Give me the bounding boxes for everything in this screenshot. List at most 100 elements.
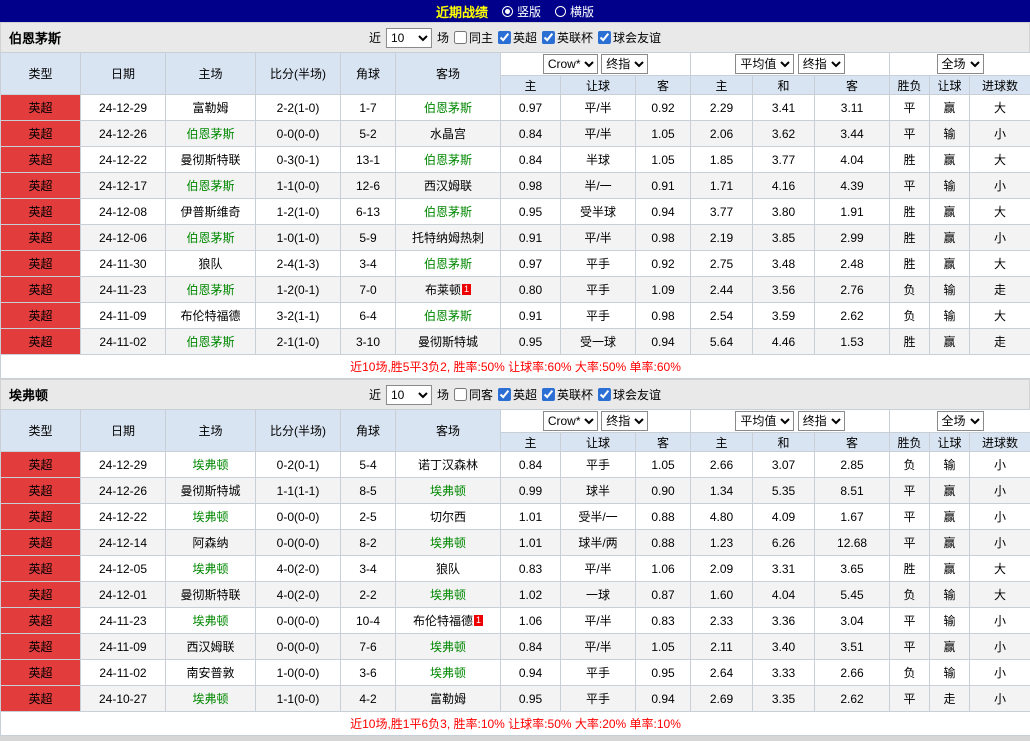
away-team-link[interactable]: 水晶宫 xyxy=(396,121,501,147)
away-team-link[interactable]: 伯恩茅斯 xyxy=(396,303,501,329)
odds-stage-select[interactable]: 终指 xyxy=(601,411,648,431)
league-filter-epl[interactable]: 英超 xyxy=(498,386,537,403)
away-team-link[interactable]: 埃弗顿 xyxy=(396,478,501,504)
handicap-result-cell: 输 xyxy=(930,121,970,147)
date-cell: 24-12-08 xyxy=(81,199,166,225)
score-link[interactable]: 0-0(0-0) xyxy=(256,504,341,530)
home-team-link[interactable]: 伯恩茅斯 xyxy=(166,121,256,147)
home-team-link[interactable]: 曼彻斯特联 xyxy=(166,147,256,173)
away-team-link[interactable]: 布莱顿1 xyxy=(396,277,501,303)
score-link[interactable]: 0-2(0-1) xyxy=(256,452,341,478)
average-stage-select[interactable]: 终指 xyxy=(798,54,845,74)
home-team-link[interactable]: 伯恩茅斯 xyxy=(166,225,256,251)
horizontal-radio[interactable] xyxy=(555,6,566,17)
score-link[interactable]: 1-0(1-0) xyxy=(256,225,341,251)
away-team-link[interactable]: 切尔西 xyxy=(396,504,501,530)
epl-checkbox[interactable] xyxy=(498,388,511,401)
epl-checkbox[interactable] xyxy=(498,31,511,44)
vertical-radio[interactable] xyxy=(502,6,513,17)
layout-option-horizontal[interactable]: 横版 xyxy=(555,3,594,20)
score-link[interactable]: 1-1(0-0) xyxy=(256,173,341,199)
away-team-link[interactable]: 伯恩茅斯 xyxy=(396,199,501,225)
score-link[interactable]: 1-1(1-1) xyxy=(256,478,341,504)
score-link[interactable]: 0-0(0-0) xyxy=(256,634,341,660)
home-team-link[interactable]: 埃弗顿 xyxy=(166,452,256,478)
away-team-link[interactable]: 托特纳姆热刺 xyxy=(396,225,501,251)
odds-provider-select[interactable]: Crow* xyxy=(543,54,598,74)
home-team-link[interactable]: 西汉姆联 xyxy=(166,634,256,660)
league-filter-friendly[interactable]: 球会友谊 xyxy=(598,386,661,403)
home-team-link[interactable]: 曼彻斯特联 xyxy=(166,582,256,608)
handicap-result-cell: 输 xyxy=(930,277,970,303)
score-link[interactable]: 2-4(1-3) xyxy=(256,251,341,277)
away-team-link[interactable]: 埃弗顿 xyxy=(396,634,501,660)
score-link[interactable]: 4-0(2-0) xyxy=(256,582,341,608)
score-link[interactable]: 1-0(0-0) xyxy=(256,660,341,686)
league-filter-epl[interactable]: 英超 xyxy=(498,29,537,46)
away-team-link[interactable]: 埃弗顿 xyxy=(396,530,501,556)
home-team-link[interactable]: 南安普敦 xyxy=(166,660,256,686)
score-link[interactable]: 0-0(0-0) xyxy=(256,530,341,556)
away-team-link[interactable]: 狼队 xyxy=(396,556,501,582)
home-team-link[interactable]: 狼队 xyxy=(166,251,256,277)
league-filter-friendly[interactable]: 球会友谊 xyxy=(598,29,661,46)
away-team-link[interactable]: 西汉姆联 xyxy=(396,173,501,199)
same-venue-filter[interactable]: 同主 xyxy=(454,29,493,46)
away-team-link[interactable]: 埃弗顿 xyxy=(396,582,501,608)
home-team-link[interactable]: 埃弗顿 xyxy=(166,504,256,530)
sub-header-avg-draw: 和 xyxy=(753,76,815,95)
same-venue-filter[interactable]: 同客 xyxy=(454,386,493,403)
away-team-link[interactable]: 诺丁汉森林 xyxy=(396,452,501,478)
league-cup-checkbox[interactable] xyxy=(542,31,555,44)
score-link[interactable]: 3-2(1-1) xyxy=(256,303,341,329)
match-count-select[interactable]: 10 xyxy=(386,28,432,48)
full-match-select[interactable]: 全场 xyxy=(937,54,984,74)
away-team-link[interactable]: 伯恩茅斯 xyxy=(396,251,501,277)
home-team-link[interactable]: 伯恩茅斯 xyxy=(166,277,256,303)
score-link[interactable]: 1-2(0-1) xyxy=(256,277,341,303)
average-select[interactable]: 平均值 xyxy=(735,54,794,74)
score-link[interactable]: 1-1(0-0) xyxy=(256,686,341,712)
home-team-link[interactable]: 富勒姆 xyxy=(166,95,256,121)
score-link[interactable]: 0-3(0-1) xyxy=(256,147,341,173)
score-link[interactable]: 2-1(1-0) xyxy=(256,329,341,355)
away-team-link[interactable]: 埃弗顿 xyxy=(396,660,501,686)
average-stage-select[interactable]: 终指 xyxy=(798,411,845,431)
home-team-link[interactable]: 埃弗顿 xyxy=(166,686,256,712)
layout-option-vertical[interactable]: 竖版 xyxy=(502,3,541,20)
league-filter-league-cup[interactable]: 英联杯 xyxy=(542,386,593,403)
matches-table: 类型 日期 主场 比分(半场) 角球 客场 Crow* 终指 平均值 终指 全场 xyxy=(0,52,1030,379)
odds-stage-select[interactable]: 终指 xyxy=(601,54,648,74)
home-team-link[interactable]: 伯恩茅斯 xyxy=(166,329,256,355)
league-cell: 英超 xyxy=(1,147,81,173)
score-link[interactable]: 1-2(1-0) xyxy=(256,199,341,225)
home-team-link[interactable]: 伯恩茅斯 xyxy=(166,173,256,199)
league-filter-league-cup[interactable]: 英联杯 xyxy=(542,29,593,46)
league-cup-checkbox[interactable] xyxy=(542,388,555,401)
same-venue-checkbox[interactable] xyxy=(454,388,467,401)
away-team-link[interactable]: 布伦特福德1 xyxy=(396,608,501,634)
score-link[interactable]: 0-0(0-0) xyxy=(256,121,341,147)
average-select[interactable]: 平均值 xyxy=(735,411,794,431)
friendly-checkbox[interactable] xyxy=(598,31,611,44)
full-match-select[interactable]: 全场 xyxy=(937,411,984,431)
home-team-link[interactable]: 曼彻斯特城 xyxy=(166,478,256,504)
home-team-link[interactable]: 伊普斯维奇 xyxy=(166,199,256,225)
score-link[interactable]: 2-2(1-0) xyxy=(256,95,341,121)
date-cell: 24-11-30 xyxy=(81,251,166,277)
match-count-select[interactable]: 10 xyxy=(386,385,432,405)
odds-provider-select[interactable]: Crow* xyxy=(543,411,598,431)
home-team-link[interactable]: 埃弗顿 xyxy=(166,608,256,634)
away-team-link[interactable]: 富勒姆 xyxy=(396,686,501,712)
home-team-link[interactable]: 阿森纳 xyxy=(166,530,256,556)
home-team-link[interactable]: 布伦特福德 xyxy=(166,303,256,329)
friendly-checkbox[interactable] xyxy=(598,388,611,401)
home-team-link[interactable]: 埃弗顿 xyxy=(166,556,256,582)
away-team-link[interactable]: 曼彻斯特城 xyxy=(396,329,501,355)
score-link[interactable]: 0-0(0-0) xyxy=(256,608,341,634)
same-venue-checkbox[interactable] xyxy=(454,31,467,44)
away-team-link[interactable]: 伯恩茅斯 xyxy=(396,147,501,173)
away-team-link[interactable]: 伯恩茅斯 xyxy=(396,95,501,121)
score-link[interactable]: 4-0(2-0) xyxy=(256,556,341,582)
corner-cell: 4-2 xyxy=(341,686,396,712)
